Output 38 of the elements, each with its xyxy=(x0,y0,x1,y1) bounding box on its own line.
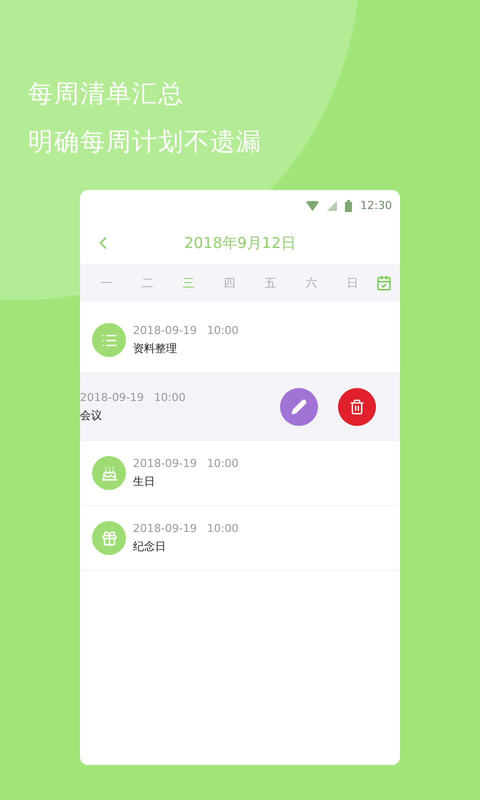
edit-button[interactable] xyxy=(280,388,318,426)
event-title: 生日 xyxy=(133,474,156,490)
calendar-check-icon xyxy=(376,275,392,291)
calendar-button[interactable] xyxy=(376,275,392,291)
weekday-tab[interactable]: 四 xyxy=(209,274,250,292)
weekday-tab[interactable]: 二 xyxy=(127,274,168,292)
pencil-icon xyxy=(291,399,307,415)
gift-icon xyxy=(92,521,126,555)
event-time: 10:00 xyxy=(154,390,186,406)
event-time: 10:00 xyxy=(206,520,239,536)
wifi-icon xyxy=(306,201,320,211)
event-title: 会议 xyxy=(80,408,103,424)
trash-icon xyxy=(349,399,365,415)
event-date: 2018-09-19 xyxy=(133,520,197,536)
weekday-tab[interactable]: 三 xyxy=(168,274,209,292)
weekday-tab[interactable]: 日 xyxy=(332,274,373,292)
event-time: 10:00 xyxy=(206,322,239,338)
list-icon xyxy=(92,323,126,357)
cake-icon xyxy=(92,456,126,490)
status-time: 12:30 xyxy=(360,198,392,214)
headline: 明确每周计划不遗漏 xyxy=(28,126,263,158)
event-row[interactable]: 2018-09-19 10:00 生日 xyxy=(80,441,400,506)
weekday-tab[interactable]: 六 xyxy=(291,274,332,292)
event-time: 10:00 xyxy=(206,456,239,472)
weekday-tab[interactable]: 五 xyxy=(250,274,291,292)
event-title: 资料整理 xyxy=(133,341,178,357)
event-date: 2018-09-19 xyxy=(80,390,144,406)
weekday-tab[interactable]: 一 xyxy=(86,274,127,292)
header-title: 2018年9月12日 xyxy=(184,232,296,254)
battery-icon xyxy=(345,200,352,212)
delete-button[interactable] xyxy=(338,388,376,426)
event-title: 纪念日 xyxy=(133,539,167,555)
signal-icon xyxy=(327,201,338,211)
event-row[interactable]: 2018-09-19 10:00 会议 xyxy=(80,373,400,441)
event-date: 2018-09-19 xyxy=(133,456,197,472)
event-date: 2018-09-19 xyxy=(133,322,197,338)
headline: 每周清单汇总 xyxy=(28,78,185,110)
event-row[interactable]: 2018-09-19 10:00 纪念日 xyxy=(80,506,400,571)
